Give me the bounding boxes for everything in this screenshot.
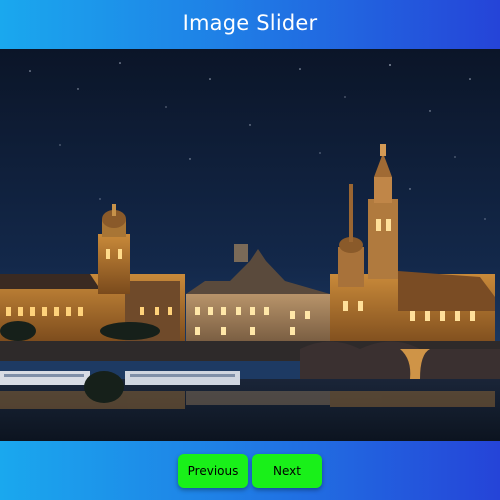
page-header: Image Slider: [0, 0, 500, 49]
night-city-skyline-photo: [0, 49, 500, 441]
page-title: Image Slider: [182, 10, 318, 35]
previous-button[interactable]: Previous: [178, 453, 248, 488]
slider-image: [0, 49, 500, 441]
slider-controls: Previous Next: [0, 441, 500, 500]
next-button[interactable]: Next: [252, 453, 322, 488]
